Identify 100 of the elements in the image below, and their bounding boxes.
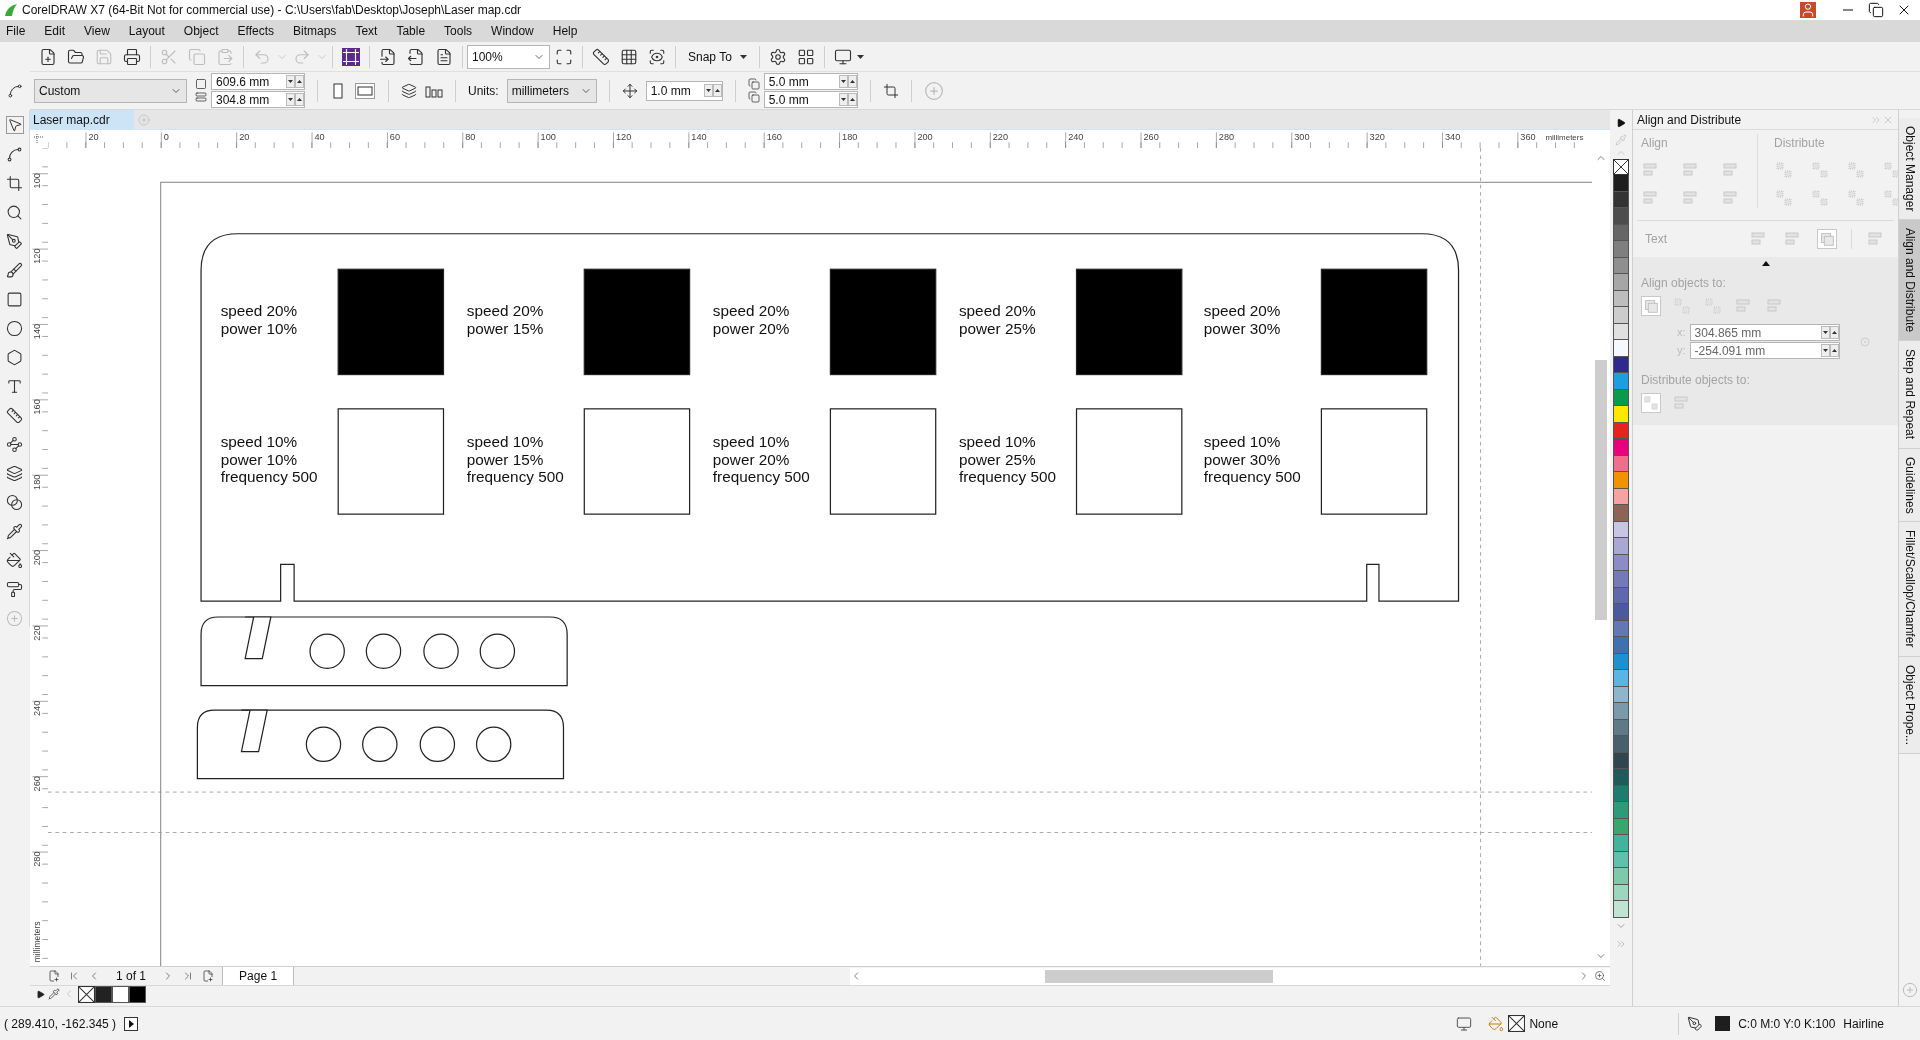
- color-swatch[interactable]: [1613, 736, 1629, 753]
- add-icon[interactable]: [1901, 982, 1918, 998]
- y-field[interactable]: -254.091 mm: [1689, 342, 1840, 359]
- x-field[interactable]: 304.865 mm: [1689, 324, 1840, 341]
- distribute-icon[interactable]: [1774, 188, 1794, 208]
- color-swatch[interactable]: [1613, 373, 1629, 390]
- menu-item[interactable]: Window: [491, 22, 534, 40]
- duplicate-y-field[interactable]: 5.0 mm: [763, 91, 858, 108]
- fill-icon[interactable]: [6, 581, 23, 598]
- units-dropdown[interactable]: millimeters: [506, 78, 597, 103]
- scroll-thumb[interactable]: [1595, 360, 1607, 620]
- ruler-origin-icon[interactable]: [34, 134, 44, 144]
- duplicate-x-field[interactable]: 5.0 mm: [763, 73, 858, 90]
- current-page-icon[interactable]: [425, 83, 443, 98]
- scroll-thumb[interactable]: [1045, 969, 1273, 983]
- text-align-icon[interactable]: [1817, 229, 1837, 249]
- spin-button[interactable]: [1820, 344, 1839, 357]
- pen-icon[interactable]: [1687, 1015, 1704, 1032]
- menu-item[interactable]: Object: [183, 22, 219, 40]
- dimension-icon[interactable]: [6, 407, 23, 424]
- color-swatch[interactable]: [1613, 439, 1629, 456]
- add-page-icon[interactable]: [48, 970, 60, 982]
- target-icon[interactable]: [1859, 336, 1870, 347]
- ellipse-icon[interactable]: [6, 320, 23, 337]
- color-swatch[interactable]: [1613, 604, 1629, 621]
- color-swatch[interactable]: [1613, 274, 1629, 291]
- app-launcher-icon[interactable]: [796, 47, 815, 66]
- snap-to-button[interactable]: Snap To: [680, 44, 755, 69]
- guidelines-icon[interactable]: [648, 47, 666, 66]
- monitor-icon[interactable]: [833, 47, 852, 66]
- menu-item[interactable]: Bitmaps: [293, 22, 337, 40]
- docker-tab[interactable]: Fillet/Scallop/Chamfer: [1899, 522, 1920, 657]
- spin-button[interactable]: [1820, 326, 1839, 339]
- zoom-level-dropdown[interactable]: 100%: [467, 44, 550, 69]
- color-swatch[interactable]: [1613, 901, 1629, 918]
- docker-tab[interactable]: Step and Repeat: [1899, 341, 1920, 449]
- all-pages-icon[interactable]: [401, 82, 417, 99]
- page-size-dropdown[interactable]: Custom: [34, 78, 187, 103]
- import-icon[interactable]: [379, 47, 397, 66]
- play-icon[interactable]: [124, 1016, 139, 1031]
- transparency-icon[interactable]: [6, 494, 23, 511]
- connector-icon[interactable]: [6, 436, 23, 453]
- restore-icon[interactable]: [1868, 2, 1884, 18]
- horizontal-scrollbar[interactable]: [850, 967, 1610, 985]
- distribute-target-icon[interactable]: [1641, 393, 1661, 413]
- color-swatch[interactable]: [1613, 802, 1629, 819]
- color-swatch[interactable]: [1613, 241, 1629, 258]
- freehand-icon[interactable]: [6, 233, 23, 250]
- docker-tab[interactable]: Align and Distribute: [1899, 220, 1920, 342]
- menu-item[interactable]: View: [84, 22, 110, 40]
- menu-item[interactable]: Layout: [128, 22, 165, 40]
- first-page-icon[interactable]: [68, 970, 80, 982]
- new-tab-icon[interactable]: [138, 113, 150, 126]
- rulers-icon[interactable]: [592, 47, 610, 66]
- color-swatch[interactable]: [1613, 835, 1629, 852]
- color-swatch[interactable]: [1613, 571, 1629, 588]
- add-icon[interactable]: [923, 80, 944, 101]
- color-swatch[interactable]: [1613, 868, 1629, 885]
- connect-icon[interactable]: [342, 47, 360, 66]
- text-icon[interactable]: [6, 378, 23, 395]
- menu-item[interactable]: Effects: [237, 22, 274, 40]
- user-icon[interactable]: [1800, 2, 1816, 18]
- shape-tool-icon[interactable]: [6, 146, 23, 163]
- landscape-icon[interactable]: [354, 81, 376, 100]
- collapse-caret-icon[interactable]: [1761, 261, 1770, 266]
- distribute-icon[interactable]: [1846, 160, 1866, 180]
- grid-icon[interactable]: [620, 47, 638, 66]
- color-swatch[interactable]: [1613, 208, 1629, 225]
- document-tab[interactable]: Laser map.cdr: [30, 109, 134, 130]
- add-icon[interactable]: [6, 610, 23, 627]
- palette-menu-icon[interactable]: [1616, 118, 1626, 128]
- spin-button[interactable]: [703, 84, 722, 97]
- spin-button[interactable]: [838, 75, 857, 88]
- spin-button[interactable]: [286, 93, 304, 106]
- settings-icon[interactable]: [768, 47, 787, 66]
- folder-icon[interactable]: [67, 47, 85, 66]
- export-icon[interactable]: [407, 47, 425, 66]
- pointer-icon[interactable]: [5, 116, 24, 134]
- color-swatch[interactable]: [1613, 703, 1629, 720]
- no-color-swatch[interactable]: [78, 985, 95, 1003]
- color-swatch[interactable]: [1613, 340, 1629, 357]
- page-width-field[interactable]: 609.6 mm: [211, 73, 305, 90]
- color-swatch[interactable]: [1613, 505, 1629, 522]
- crop-icon[interactable]: [6, 175, 23, 192]
- color-swatch[interactable]: [112, 985, 129, 1003]
- menu-item[interactable]: Help: [552, 22, 578, 40]
- polygon-icon[interactable]: [6, 349, 23, 366]
- color-swatch[interactable]: [1613, 538, 1629, 555]
- docker-tab[interactable]: Guidelines: [1899, 448, 1920, 523]
- shape-tool-icon[interactable]: [7, 83, 23, 99]
- distribute-icon[interactable]: [1810, 188, 1830, 208]
- color-swatch[interactable]: [1613, 472, 1629, 489]
- rectangle-icon[interactable]: [6, 291, 23, 308]
- color-swatch[interactable]: [1613, 307, 1629, 324]
- full-screen-icon[interactable]: [555, 47, 573, 66]
- nudge-field[interactable]: 1.0 mm: [645, 80, 723, 101]
- menu-item[interactable]: Edit: [44, 22, 66, 40]
- menu-item[interactable]: File: [6, 22, 26, 40]
- color-swatch[interactable]: [129, 985, 146, 1003]
- no-color-swatch[interactable]: [1613, 159, 1629, 175]
